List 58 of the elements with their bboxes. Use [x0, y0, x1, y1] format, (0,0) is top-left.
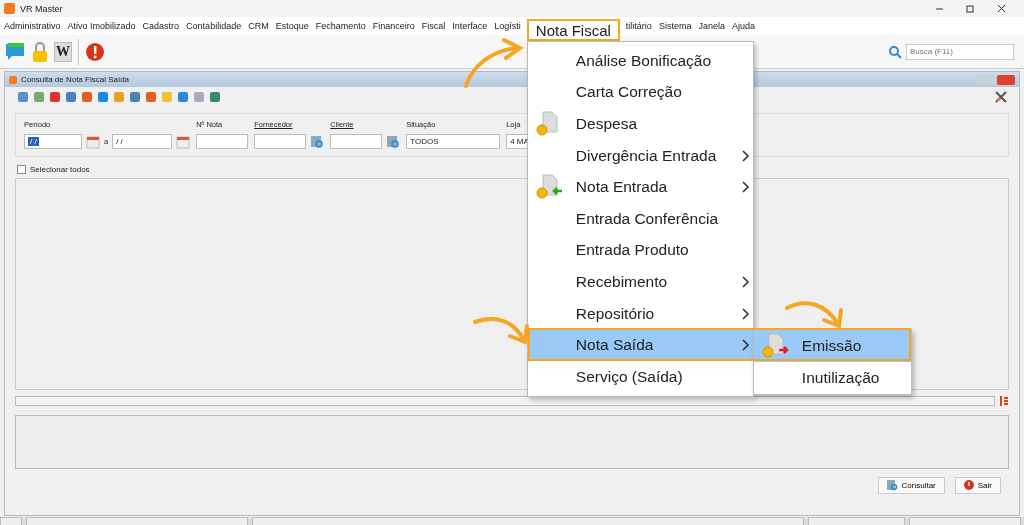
- alert-icon: [963, 480, 974, 490]
- menu-bar-item[interactable]: Fiscal: [420, 21, 447, 31]
- exit-button[interactable]: Sair: [954, 476, 1001, 494]
- input-field[interactable]: [196, 134, 249, 149]
- menu-item[interactable]: Serviço (Saída): [527, 360, 753, 393]
- restore-icon[interactable]: [966, 4, 975, 13]
- input-field[interactable]: [330, 134, 383, 149]
- menu-bar-item[interactable]: Fechamento: [314, 21, 367, 31]
- menu-bar-item[interactable]: Janela: [697, 21, 726, 31]
- chat-bubble-icon[interactable]: [4, 41, 26, 62]
- menu-bar-item[interactable]: Administrativo: [3, 21, 62, 31]
- menu-item[interactable]: Análise Bonificação: [527, 45, 753, 77]
- input-field[interactable]: [254, 134, 307, 149]
- date-field[interactable]: / /: [112, 134, 173, 149]
- date-field[interactable]: / /: [24, 134, 82, 149]
- window-title: VR Master: [20, 3, 63, 14]
- menu-bar-item[interactable]: Sistema: [657, 21, 693, 31]
- window-icon: [9, 75, 17, 84]
- calendar-icon[interactable]: [86, 134, 100, 149]
- menu-item[interactable]: Emissão: [753, 330, 911, 363]
- document-coin-arrow-icon: [761, 333, 790, 360]
- menu-item[interactable]: Entrada Produto: [527, 234, 753, 267]
- menu-item[interactable]: Entrada Conferência: [527, 202, 753, 235]
- menu-bar-item[interactable]: Ajuda: [730, 21, 756, 31]
- menu-item[interactable]: Repositório: [527, 297, 753, 330]
- tools-icon[interactable]: [995, 91, 1007, 103]
- menu-bar-item[interactable]: Ativo Imobilizado: [66, 21, 137, 31]
- lookup-icon[interactable]: [386, 134, 401, 149]
- menu-bar-item[interactable]: Logísti: [493, 21, 522, 31]
- menu-bar-item[interactable]: Cadastro: [141, 21, 181, 31]
- alert-icon[interactable]: [85, 41, 105, 62]
- checkbox[interactable]: [17, 165, 26, 174]
- close-button[interactable]: [997, 74, 1015, 85]
- menu-bar-item[interactable]: CRM: [247, 21, 270, 31]
- annotation-arrow: [462, 38, 524, 88]
- app-icon: [4, 3, 15, 14]
- menu-item[interactable]: Carta Correção: [527, 76, 753, 109]
- menu-bar-item[interactable]: Financeiro: [371, 21, 416, 31]
- list-icon[interactable]: [999, 394, 1009, 407]
- checkbox-label: Selecionar todos: [30, 165, 90, 174]
- search-icon[interactable]: [888, 44, 902, 59]
- lookup-icon[interactable]: [310, 134, 325, 149]
- window-title: Consulta de Nota Fiscal Saída: [21, 75, 130, 84]
- document-coin-arrow-icon: [535, 174, 564, 201]
- menu-item[interactable]: Recebimento: [527, 266, 753, 298]
- menu-item[interactable]: Inutilização: [753, 362, 911, 395]
- menu-bar-item[interactable]: Contabilidade: [185, 21, 243, 31]
- status-dropdown[interactable]: TODOS: [406, 134, 501, 149]
- menu-bar-item[interactable]: tilitário: [624, 21, 653, 31]
- menu-bar-item[interactable]: Interface: [451, 21, 489, 31]
- close-icon[interactable]: [997, 4, 1006, 13]
- search-field[interactable]: Busca (F11): [906, 43, 1014, 60]
- menu-item[interactable]: Nota Entrada: [527, 171, 753, 203]
- calendar-icon[interactable]: [176, 134, 191, 149]
- search-button[interactable]: Consultar: [877, 476, 945, 494]
- w-icon[interactable]: W: [54, 41, 72, 62]
- padlock-icon[interactable]: [32, 40, 48, 63]
- menu-bar-item[interactable]: Estoque: [274, 21, 310, 31]
